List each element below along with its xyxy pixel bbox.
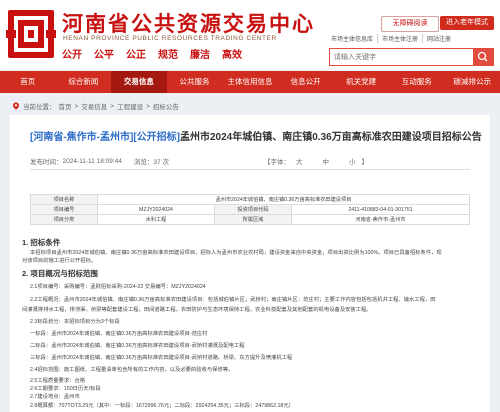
table-label: 项目编号 <box>30 204 98 215</box>
article-meta: 发布时间： 2024-11-11 18:09:44 浏览： 37 次 【字体： … <box>30 156 470 167</box>
top-link-entity-register[interactable]: 市场主体注册 <box>377 34 418 43</box>
table-row: 项目名称 孟州市2024年城伯镇、南庄镇0.36万亩高标准农田建设项目 <box>30 194 470 205</box>
table-cell: MZJY2024024 <box>97 204 215 215</box>
table-cell: 2411-410883-04-01-301751 <box>291 204 470 215</box>
nav-trading-info[interactable]: 交易信息 <box>111 71 167 93</box>
project-info-table: 项目名称 孟州市2024年城伯镇、南庄镇0.36万亩高标准农田建设项目 项目编号… <box>30 194 470 225</box>
slogan-item: 廉洁 <box>190 50 210 61</box>
paragraph: 2.8概算额：707TOT3.29元（其中：一标段：1672996.76元；二标… <box>30 403 294 409</box>
nav-carbon[interactable]: 碳减排公示 <box>445 71 500 93</box>
publish-time: 2024-11-11 18:09:44 <box>62 157 122 165</box>
paragraph: 2.6工期要求：150日历天/标段 <box>30 386 101 392</box>
paragraph: 间灌溉排排水工程，排涝渠、桥梁等配套建设工程，田间道路工程，农田防护与生态环境保… <box>22 307 372 313</box>
breadcrumb-trading[interactable]: 交易信息 <box>81 101 107 111</box>
paragraph: 本招标项目孟州市2024年城伯镇、南庄镇0.36万亩高标准农田建设项目，招标人为… <box>30 250 442 256</box>
table-cell: 河南省-焦作市-孟州市 <box>291 214 470 225</box>
accessible-reading-button[interactable]: 无障碍阅读 <box>381 16 439 32</box>
table-label: 所属区域 <box>214 214 292 225</box>
section-heading: 2. 项目概况与招标范围 <box>22 269 98 278</box>
font-size-close: 】 <box>361 159 368 166</box>
search-icon <box>477 51 488 62</box>
publish-label: 发布时间： <box>30 159 63 166</box>
section-heading: 1. 招标条件 <box>22 238 61 247</box>
font-small-button[interactable]: 小 <box>349 156 356 166</box>
paragraph: 一标段：孟州市2024年城伯镇、南庄镇0.36万亩高标准农田建设项目-范庄村 <box>30 331 208 337</box>
article-title: [河南省-焦作市-孟州市][公开招标]孟州市2024年城伯镇、南庄镇0.36万亩… <box>30 128 482 143</box>
nav-home[interactable]: 首页 <box>0 71 56 93</box>
article-tag: [河南省-焦作市-孟州市][公开招标] <box>30 132 180 143</box>
top-link-entity-db[interactable]: 市场主体信息库 <box>331 34 373 43</box>
divider <box>30 169 470 170</box>
top-links: 市场主体信息库 市场主体注册 网站注册 <box>331 34 451 43</box>
paragraph: 三标段：孟州市2024年城伯镇、南庄镇0.36万亩高标准农田建设项目-武桥村道路… <box>30 355 293 361</box>
breadcrumb: 当前位置： 首页 > 交易信息 > 工程建设 > 招标公告 <box>12 101 179 111</box>
breadcrumb-label: 当前位置： <box>23 104 56 111</box>
slogan-item: 公平 <box>94 50 114 61</box>
nav-news[interactable]: 综合新闻 <box>56 71 112 93</box>
search-input[interactable] <box>334 51 464 63</box>
site-title: 河南省公共资源交易中心 <box>62 13 315 36</box>
table-label: 项目名称 <box>30 194 98 205</box>
breadcrumb-engineering[interactable]: 工程建设 <box>117 101 143 111</box>
font-medium-button[interactable]: 中 <box>322 156 329 166</box>
location-icon <box>13 102 19 110</box>
table-row: 项目编号 MZJY2024024 投资项目代码 2411-410883-04-0… <box>30 204 470 215</box>
paragraph: 2.7建设地点：孟州市 <box>30 394 80 400</box>
slogan-item: 高效 <box>222 50 242 61</box>
paragraph: 对该项目的施工进行公开招标。 <box>22 258 97 264</box>
table-row: 项目分类 水利工程 所属区域 河南省-焦作市-孟州市 <box>30 214 470 225</box>
nav-disclosure[interactable]: 信息公开 <box>278 71 334 93</box>
table-label: 投资项目代码 <box>214 204 292 215</box>
article-title-text: 孟州市2024年城伯镇、南庄镇0.36万亩高标准农田建设项目招标公告 <box>179 132 482 143</box>
top-link-site-register[interactable]: 网站注册 <box>422 34 451 43</box>
site-logo[interactable] <box>6 8 56 60</box>
main-nav: 首页 综合新闻 交易信息 公共服务 主体信用信息 信息公开 机关党建 互动服务 … <box>0 71 500 93</box>
views-label: 浏览： <box>133 159 154 166</box>
font-size-label: 【字体： <box>263 159 290 166</box>
nav-interaction[interactable]: 互动服务 <box>389 71 445 93</box>
breadcrumb-current[interactable]: 招标公告 <box>153 101 179 111</box>
site-subtitle: HENAN PROVINCE PUBLIC RESOURCES TRADING … <box>63 35 277 42</box>
search-bar <box>329 48 494 66</box>
paragraph: 2.5工程质量要求：合格 <box>30 378 86 384</box>
nav-public-service[interactable]: 公共服务 <box>167 71 223 93</box>
slogan-item: 规范 <box>158 50 178 61</box>
paragraph: 2.2工程概况：孟州市2024年城伯镇、南庄镇0.36万亩高标准农田建设项目：包… <box>30 297 436 303</box>
elder-mode-button[interactable]: 进入老年模式 <box>440 16 494 30</box>
site-slogans: 公开 公平 公正 规范 廉洁 高效 <box>62 46 292 61</box>
views-count: 37 次 <box>153 159 169 166</box>
table-cell: 孟州市2024年城伯镇、南庄镇0.36万亩高标准农田建设项目 <box>97 194 470 205</box>
paragraph: 二标段：孟州市2024年城伯镇、南庄镇0.36万亩高标准农田建设项目-武桥村灌溉… <box>30 343 245 349</box>
paragraph: 2.4招标范围：施工图纸、工程量清单包含所有的工作内容，以及必要的验收与保修等。 <box>30 367 234 373</box>
nav-credit-info[interactable]: 主体信用信息 <box>222 71 278 93</box>
search-button[interactable] <box>473 49 493 65</box>
slogan-item: 公开 <box>62 50 82 61</box>
slogan-item: 公正 <box>126 50 146 61</box>
paragraph: 2.1项目编号：采购编号：孟财招标采购-2024-22 交易编号：MZJY202… <box>30 284 206 290</box>
font-large-button[interactable]: 大 <box>296 156 303 166</box>
paragraph: 2.3标段划分：本招标项目分为3个标段 <box>30 319 120 325</box>
breadcrumb-home[interactable]: 首页 <box>59 101 72 111</box>
nav-party[interactable]: 机关党建 <box>333 71 389 93</box>
table-label: 项目分类 <box>30 214 98 225</box>
table-cell: 水利工程 <box>97 214 215 225</box>
